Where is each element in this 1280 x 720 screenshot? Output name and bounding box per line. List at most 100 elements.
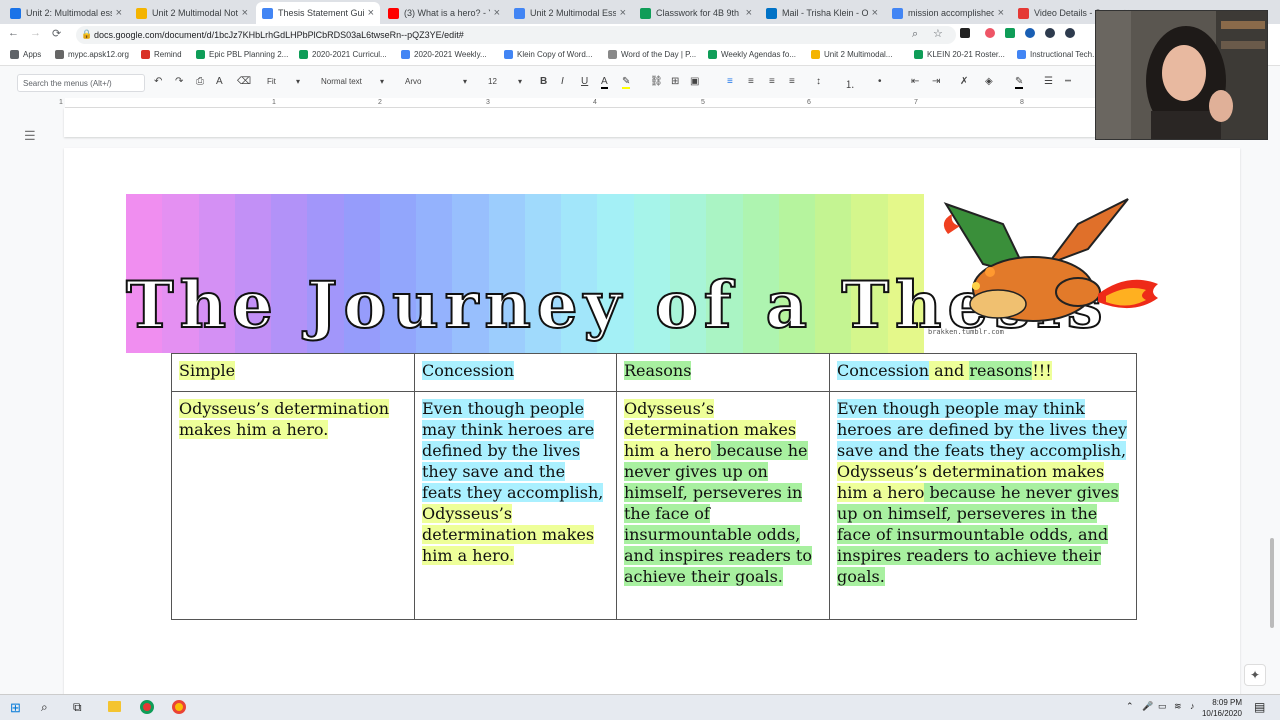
table-cell-reasons[interactable]: Odysseus’s determination makes him a her… [616,391,830,620]
decrease-indent-icon[interactable]: ⇤ [911,76,919,87]
close-icon[interactable]: × [620,7,626,19]
close-icon[interactable]: × [872,7,878,19]
numbered-list-icon[interactable]: ⒈ [845,76,855,91]
font-size-select[interactable]: 12 [488,77,497,86]
horizontal-ruler[interactable]: 1 1 2 3 4 5 6 7 8 [0,96,1280,108]
bookmark-item[interactable]: Word of the Day | P... [608,50,696,59]
table-header-cell[interactable]: Concession and reasons!!! [829,353,1137,392]
outline-icon[interactable]: ☰ [24,128,36,144]
browser-tab[interactable]: Thesis Statement Guide × [256,2,380,24]
zoom-search-icon[interactable]: ⌕ [912,28,918,41]
explore-icon[interactable]: ✦ [1244,664,1266,686]
justify-icon[interactable]: ≡ [789,76,795,87]
menu-search-input[interactable]: Search the menus (Alt+/) [17,74,145,92]
extension-icon[interactable] [1045,28,1055,38]
bookmark-item[interactable]: Epic PBL Planning 2... [196,50,288,59]
bookmark-item[interactable]: Weekly Agendas fo... [708,50,796,59]
table-header-cell[interactable]: Simple [171,353,415,392]
border-color-icon[interactable]: ✎ [1015,76,1024,89]
volume-icon[interactable]: ♪ [1190,701,1195,711]
bookmark-item[interactable]: Instructional Tech... [1017,50,1099,59]
italic-icon[interactable]: I [561,76,564,87]
clear-formatting-icon[interactable]: ✗ [960,76,968,87]
close-icon[interactable]: × [116,7,122,19]
back-icon[interactable]: ← [8,27,19,39]
url-bar[interactable]: 🔒 docs.google.com/document/d/1bcJz7KHbLr… [76,26,956,44]
table-cell-combined[interactable]: Even though people may think heroes are … [829,391,1137,620]
search-icon[interactable]: ⌕ [41,700,48,715]
close-icon[interactable]: × [998,7,1004,19]
system-clock[interactable]: 8:09 PM 10/16/2020 [1202,697,1242,719]
border-dash-icon[interactable]: ┅ [1065,76,1071,87]
table-header-cell[interactable]: Concession [414,353,617,392]
style-select[interactable]: Normal text [321,77,362,86]
comment-icon[interactable]: ⊞ [671,76,679,87]
browser-tab[interactable]: (3) What is a hero? - Yo × [382,2,506,24]
close-icon[interactable]: × [368,7,374,19]
bookmark-item[interactable]: Remind [141,50,182,59]
highlight-icon[interactable]: ✎ [622,76,631,89]
table-cell-concession[interactable]: Even though people may think heroes are … [414,391,617,620]
bookmark-item[interactable]: mypc.apsk12.org [55,50,129,59]
close-icon[interactable]: × [242,7,248,19]
extension-icon[interactable] [1025,28,1035,38]
scrollbar-thumb[interactable] [1270,538,1274,628]
image-icon[interactable]: ▣ [690,76,699,87]
network-icon[interactable]: ▭ [1158,701,1167,712]
bookmark-item[interactable]: Klein Copy of Word... [504,50,592,59]
align-center-icon[interactable]: ≡ [748,76,754,87]
align-right-icon[interactable]: ≡ [769,76,775,87]
bookmark-item[interactable]: KLEIN 20-21 Roster... [914,50,1005,59]
text-color-icon[interactable]: A [601,76,608,89]
chrome-icon[interactable] [140,700,154,714]
table-header-cell[interactable]: Reasons [616,353,830,392]
close-icon[interactable]: × [746,7,752,19]
zoom-select[interactable]: Fit [267,77,276,86]
font-select[interactable]: Arvo [405,77,421,86]
browser-tab[interactable]: Unit 2 Multimodal Not × [130,2,254,24]
extension-icon[interactable] [960,28,970,38]
thesis-table[interactable]: Simple Concession Reasons Concession and… [171,353,1137,620]
redo-icon[interactable]: ↷ [175,76,183,87]
browser-tab[interactable]: mission accomplished × [886,2,1010,24]
fill-color-icon[interactable]: ◈ [985,76,993,87]
align-left-icon[interactable]: ≡ [727,76,733,87]
bookmark-item[interactable]: 2020-2021 Weekly... [401,50,487,59]
microphone-icon[interactable]: 🎤 [1142,701,1153,712]
extension-icon[interactable] [1065,28,1075,38]
chrome-icon[interactable] [172,700,186,714]
file-explorer-icon[interactable] [108,701,121,712]
table-cell-simple[interactable]: Odysseus’s determination makes him a her… [171,391,415,620]
windows-start-icon[interactable]: ⊞ [10,700,21,716]
border-width-icon[interactable]: ☰ [1044,76,1053,87]
bookmark-star-icon[interactable]: ☆ [933,27,943,40]
bookmark-item[interactable]: Unit 2 Multimodal... [811,50,892,59]
browser-tab[interactable]: Mail - Trisha Klein - Out × [760,2,884,24]
reload-icon[interactable]: ⟳ [52,27,61,40]
browser-tab[interactable]: Unit 2 Multimodal Essa × [508,2,632,24]
line-spacing-icon[interactable]: ↕ [816,76,821,87]
tab-favicon-icon [892,7,903,19]
browser-tab[interactable]: Classwork for 4B 9th G × [634,2,758,24]
bookmark-item[interactable]: 2020-2021 Curricul... [299,50,387,59]
spellcheck-icon[interactable]: A [216,76,223,87]
print-icon[interactable]: ⎙ [196,76,204,87]
wifi-icon[interactable]: ≋ [1174,701,1182,712]
forward-icon[interactable]: → [30,27,41,39]
task-view-icon[interactable]: ⧉ [73,700,82,715]
tray-chevron-icon[interactable]: ⌃ [1126,701,1134,712]
paint-format-icon[interactable]: ⌫ [237,76,251,87]
extension-icon[interactable] [985,28,995,38]
underline-icon[interactable]: U [581,76,588,87]
bold-icon[interactable]: B [540,76,547,87]
link-icon[interactable]: ⛓ [650,76,663,87]
undo-icon[interactable]: ↶ [154,76,162,87]
browser-tab[interactable]: Unit 2: Multimodal ess × [4,2,128,24]
close-icon[interactable]: × [494,7,500,19]
dragon-image[interactable] [928,194,1158,344]
extension-icon[interactable] [1005,28,1015,38]
increase-indent-icon[interactable]: ⇥ [932,76,940,87]
notifications-icon[interactable]: ▤ [1254,700,1265,714]
bookmark-item[interactable]: Apps [10,50,41,59]
bulleted-list-icon[interactable]: • [878,76,882,87]
